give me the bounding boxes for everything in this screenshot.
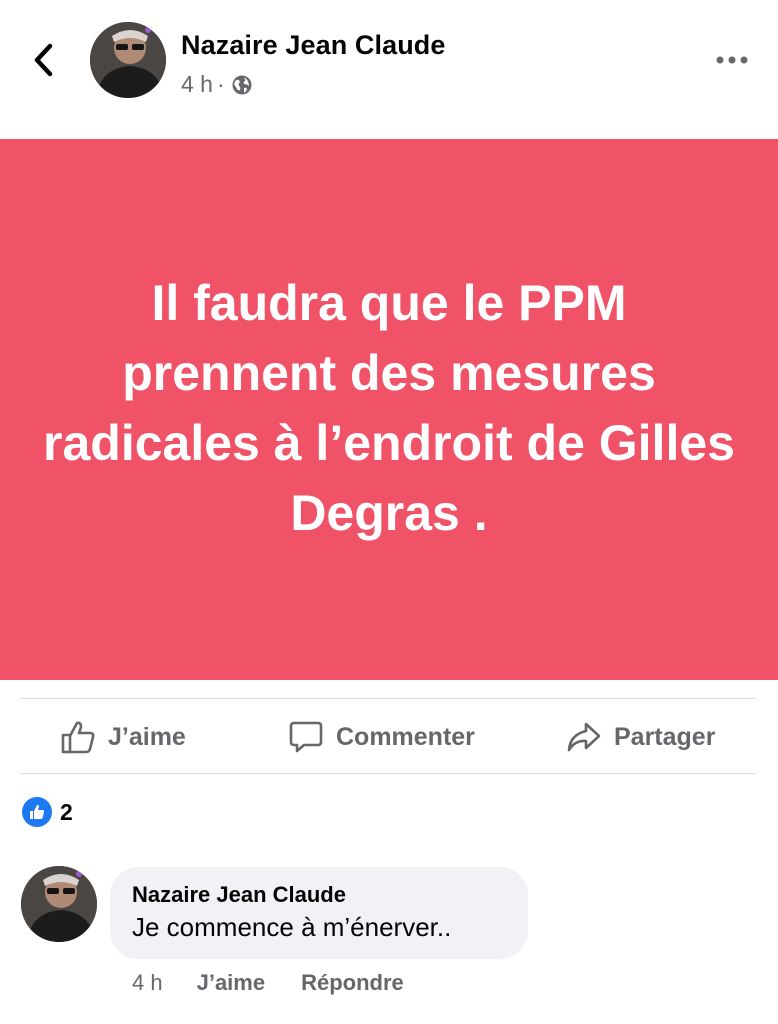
more-options-button[interactable] — [714, 46, 750, 74]
comment-text: Je commence à m’énerver.. — [132, 912, 452, 942]
more-horizontal-icon — [716, 56, 748, 64]
post-background-card: Il faudra que le PPM prennent des mesure… — [0, 139, 778, 680]
like-reaction-icon — [22, 797, 52, 827]
comment-actions: 4 h J’aime Répondre — [132, 970, 404, 996]
divider — [20, 698, 756, 699]
post-text: Il faudra que le PPM prennent des mesure… — [43, 274, 735, 541]
comment-time[interactable]: 4 h — [132, 970, 163, 996]
speech-bubble-icon — [289, 721, 323, 753]
avatar-photo — [90, 22, 166, 98]
share-arrow-icon — [567, 722, 601, 752]
comment-button[interactable]: Commenter — [288, 714, 475, 760]
chevron-left-icon — [34, 43, 53, 77]
post-meta: 4 h · — [181, 71, 253, 98]
post-time[interactable]: 4 h — [181, 71, 213, 98]
divider — [20, 773, 756, 774]
comment-bubble[interactable]: Nazaire Jean Claude Je commence à m’éner… — [110, 867, 528, 959]
like-button[interactable]: J’aime — [60, 714, 186, 760]
comment-like-button[interactable]: J’aime — [197, 970, 266, 996]
back-button[interactable] — [26, 40, 62, 80]
author-avatar[interactable] — [90, 22, 166, 98]
reaction-count: 2 — [60, 798, 73, 825]
commenter-avatar[interactable] — [21, 866, 97, 942]
comment-label: Commenter — [336, 722, 475, 751]
share-button[interactable]: Partager — [566, 714, 715, 760]
commenter-name[interactable]: Nazaire Jean Claude — [132, 882, 506, 908]
thumbs-up-icon — [61, 721, 95, 754]
like-label: J’aime — [108, 722, 186, 751]
author-name[interactable]: Nazaire Jean Claude — [181, 30, 446, 61]
avatar-photo — [21, 866, 97, 942]
share-label: Partager — [614, 722, 716, 751]
globe-icon — [231, 74, 253, 96]
meta-separator: · — [216, 71, 225, 97]
comment-reply-button[interactable]: Répondre — [301, 970, 404, 996]
reactions-summary[interactable]: 2 — [22, 797, 73, 827]
post-header: Nazaire Jean Claude 4 h · — [0, 0, 778, 138]
